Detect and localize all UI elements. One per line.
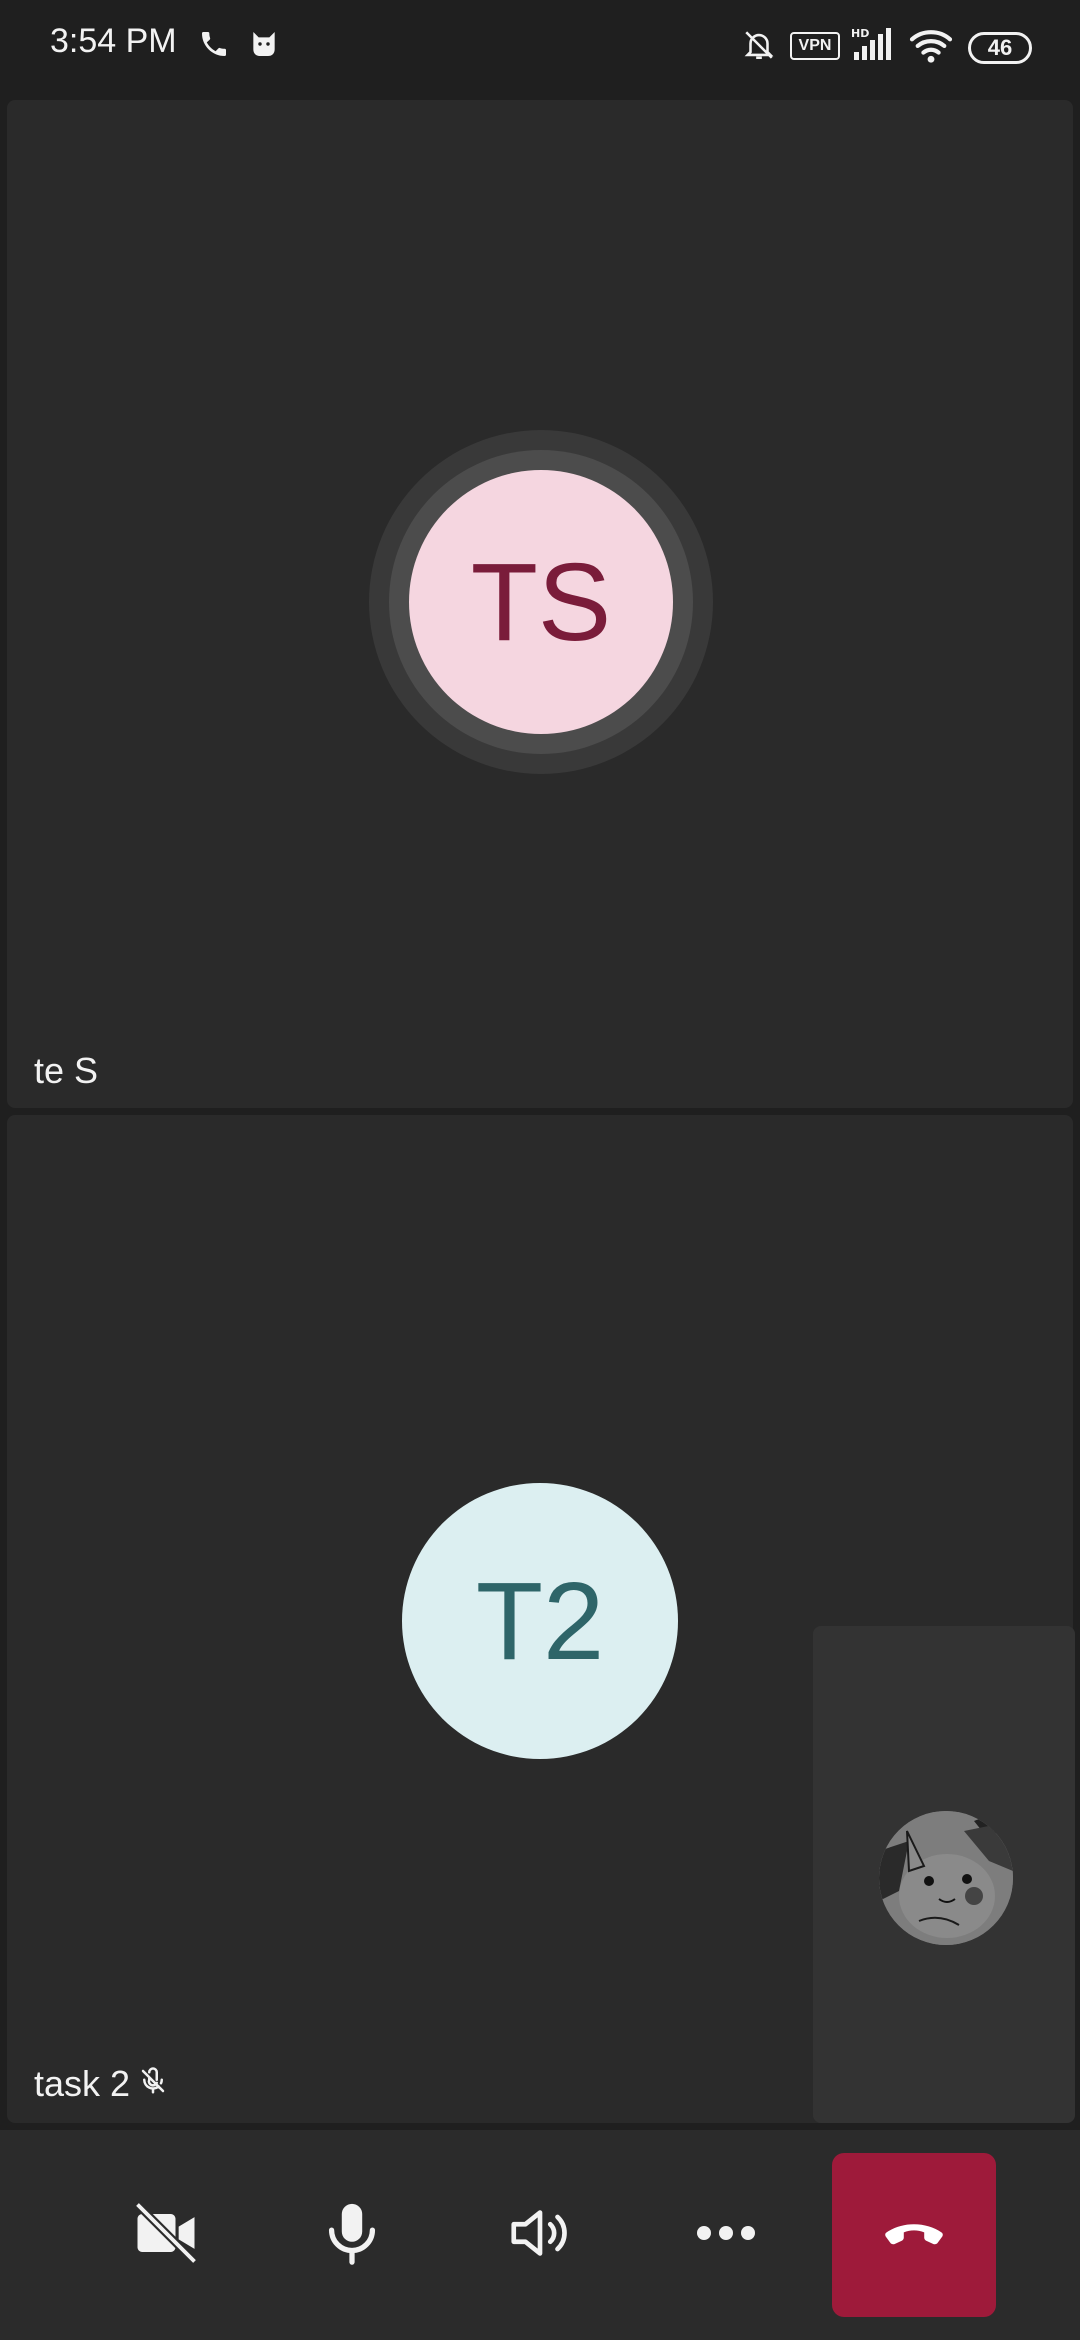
microphone-button[interactable] <box>292 2130 412 2340</box>
participant-avatar: TS <box>409 470 673 734</box>
svg-text:HD: HD <box>851 27 869 40</box>
call-screen: 3:54 PM VPN HD 46 TS te S T2 task 2 <box>0 0 1080 2340</box>
participant-tile-1[interactable]: TS te S <box>7 100 1073 1108</box>
participant-name: te S <box>34 1050 98 1092</box>
phone-icon <box>198 28 230 65</box>
self-view[interactable] <box>813 1626 1075 2123</box>
participant-avatar: T2 <box>402 1483 678 1759</box>
camera-off-button[interactable] <box>106 2130 226 2340</box>
participant-name-label: te S <box>34 1050 99 1091</box>
call-controls <box>0 2130 1080 2340</box>
wifi-icon <box>908 26 954 69</box>
mic-off-icon <box>138 2063 168 2105</box>
end-call-button[interactable] <box>832 2153 996 2317</box>
vpn-icon: VPN <box>790 32 840 60</box>
more-options-button[interactable] <box>666 2130 786 2340</box>
more-horizontal-icon <box>694 2223 758 2248</box>
speaker-icon <box>505 2198 575 2273</box>
video-off-icon <box>128 2195 204 2276</box>
pikachu-avatar <box>879 1811 1013 1945</box>
bell-off-icon <box>742 28 776 67</box>
cat-icon <box>248 28 280 65</box>
hang-up-icon <box>879 2198 949 2273</box>
battery-icon: 46 <box>968 32 1032 64</box>
speaker-button[interactable] <box>480 2130 600 2340</box>
status-time: 3:54 PM <box>50 22 177 60</box>
hd-signal-icon: HD <box>850 26 896 67</box>
microphone-icon <box>317 2196 387 2275</box>
status-bar: 3:54 PM VPN HD 46 <box>0 0 1080 96</box>
participant-name-label: task 2 <box>34 2063 131 2104</box>
participant-name: task 2 <box>34 2063 168 2105</box>
